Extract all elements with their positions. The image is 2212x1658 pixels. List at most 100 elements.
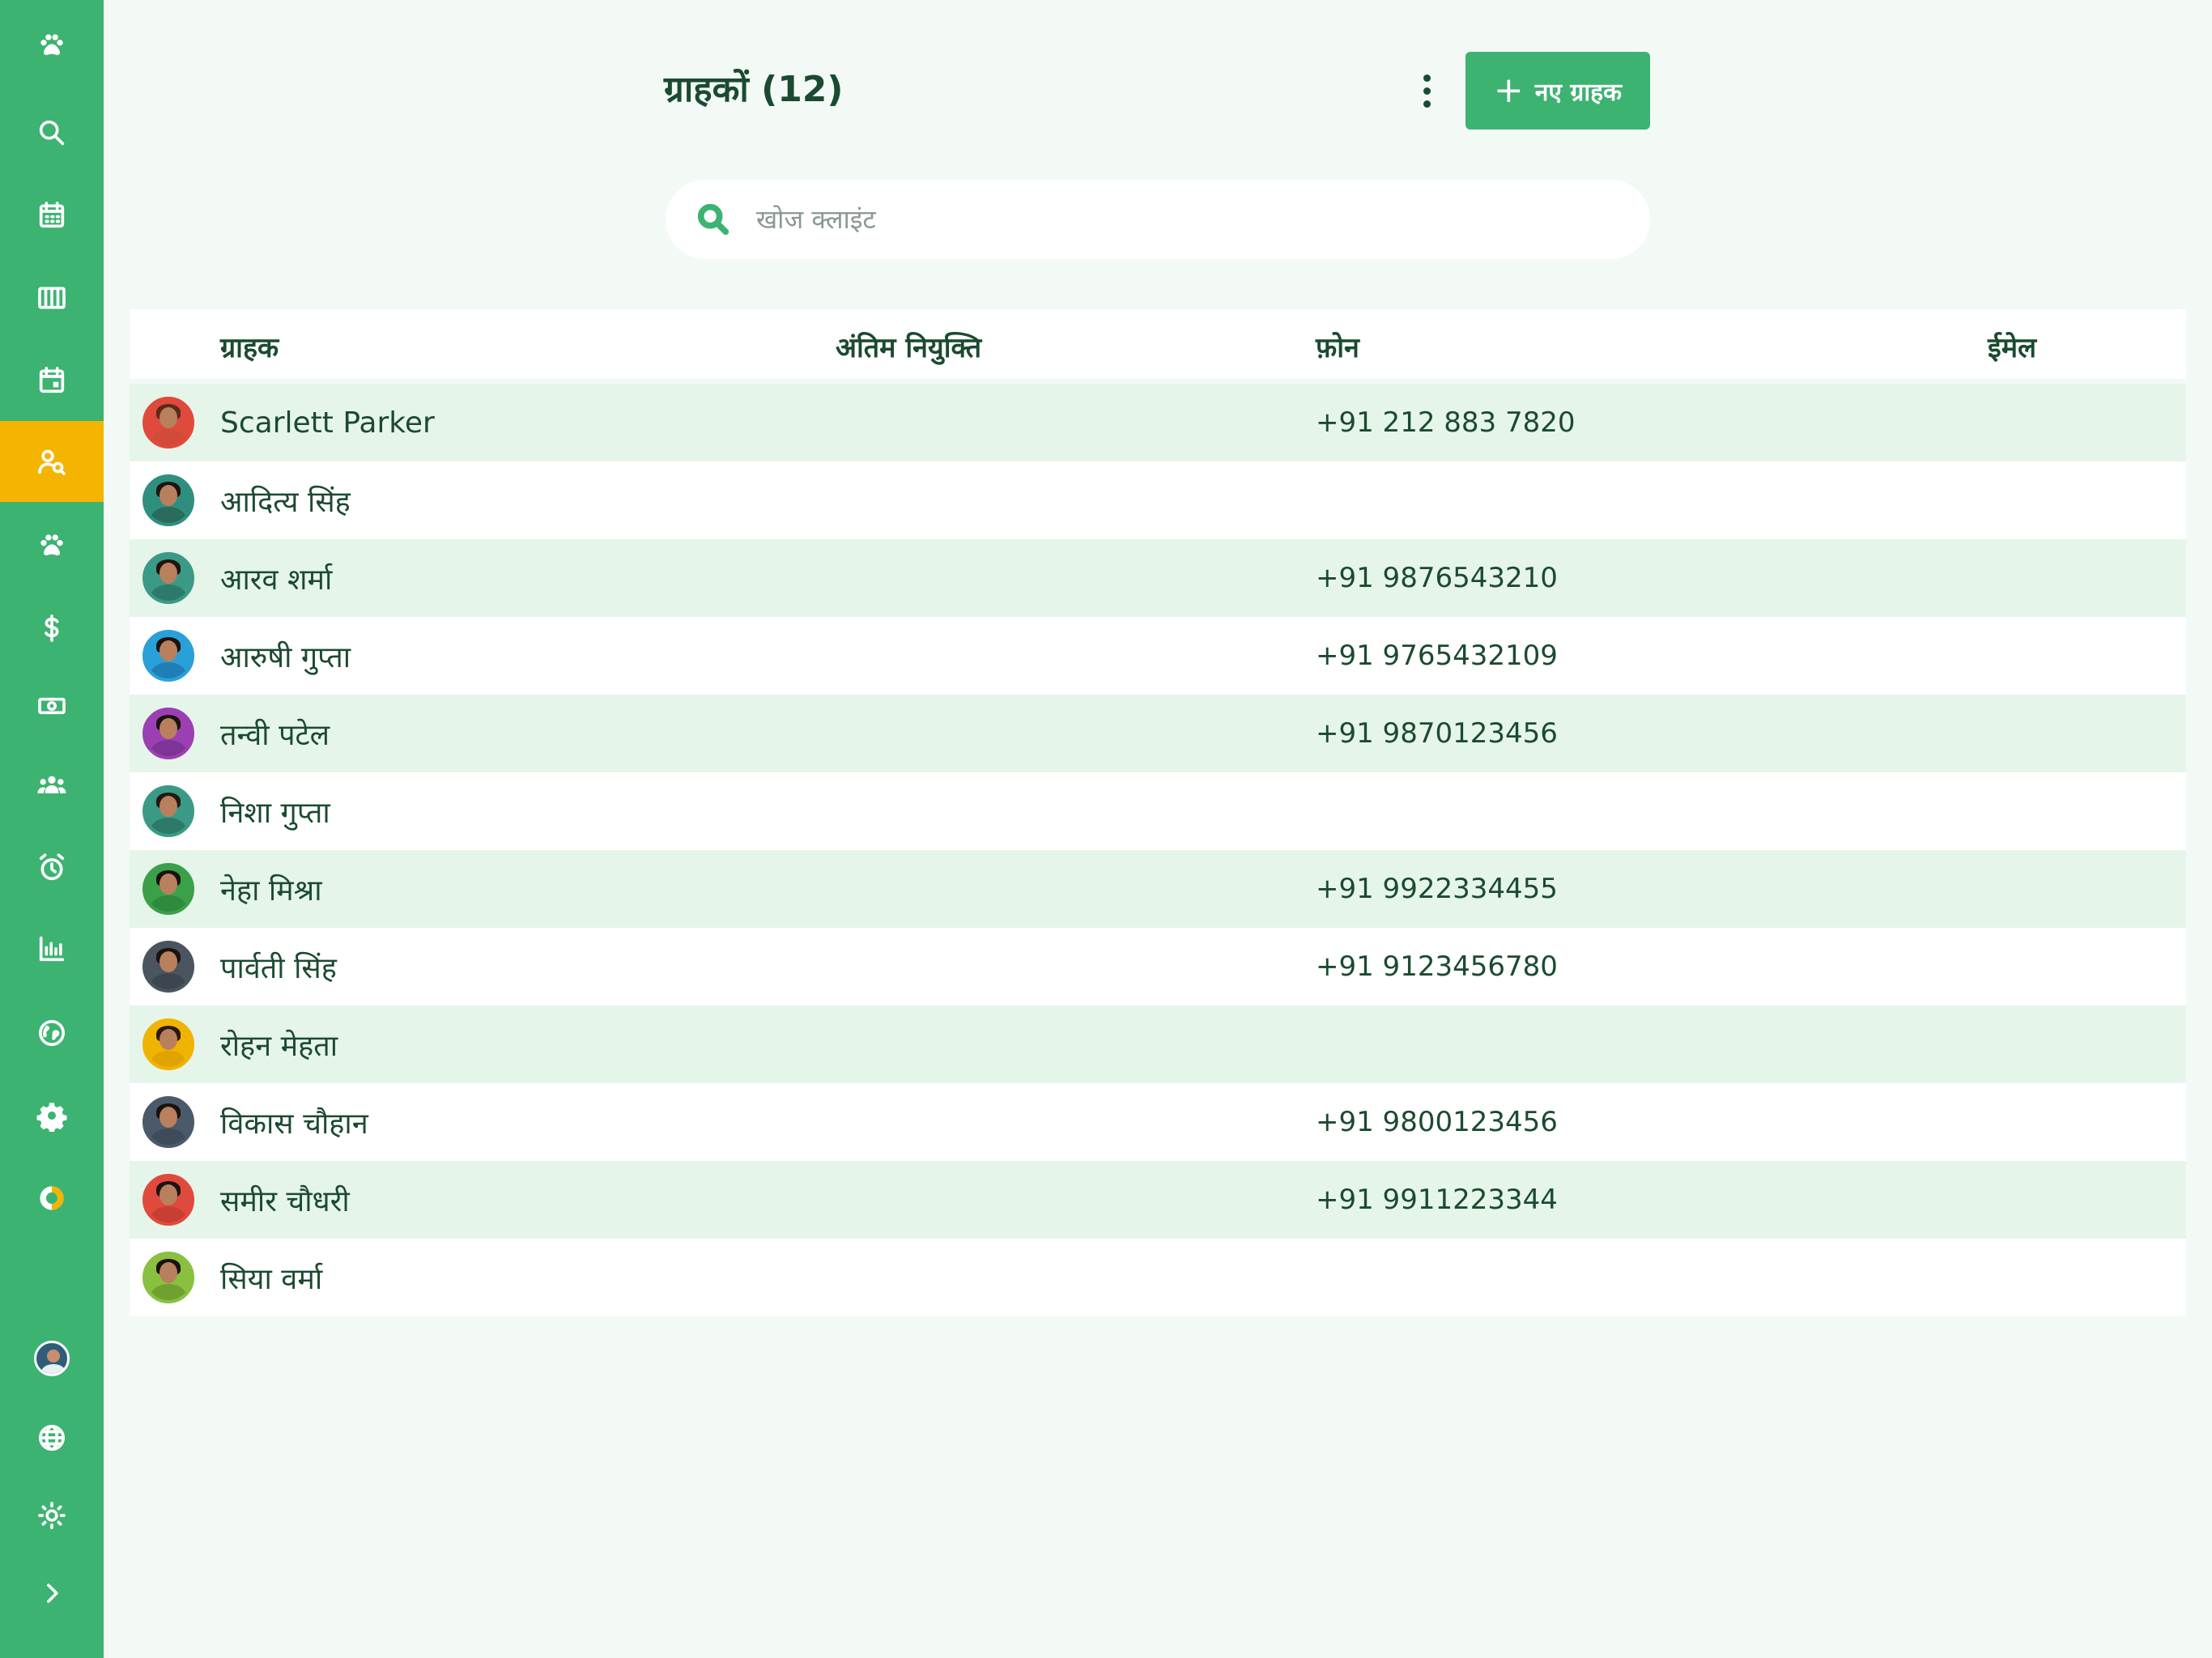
sidebar-item-reports[interactable] [0,908,104,989]
dollar-icon [45,614,59,642]
brightness-icon [38,1502,66,1529]
language-icon [39,1425,65,1451]
column-header-phone[interactable]: फ़ोन [1316,309,1359,384]
cash-icon [38,697,66,715]
sidebar-item-appointments[interactable] [0,340,104,421]
avatar [143,708,194,759]
search-icon [39,120,65,146]
avatar [143,1096,194,1148]
bar-chart-icon [39,936,65,962]
client-phone: +91 9911223344 [1316,1184,1558,1216]
table-row[interactable]: नेहा मिश्रा +91 9922334455 [130,850,2186,928]
paw-icon [40,534,63,555]
sidebar-item-search[interactable] [0,92,104,173]
columns-icon [38,287,66,309]
client-search-icon [38,449,66,475]
client-name: तन्वी पटेल [220,718,330,752]
page-title: ग्राहकों (12) [664,69,844,110]
avatar [143,1252,194,1303]
client-name: आरव शर्मा [220,563,333,597]
avatar [34,1341,70,1376]
globe-icon [39,1020,65,1046]
sidebar-item-language[interactable] [0,1397,104,1478]
clients-table: ग्राहक अंतिम नियुक्ति फ़ोन ईमेल Scarlett… [130,309,2186,1316]
table-row[interactable]: आरुषी गुप्ता +91 9765432109 [130,617,2186,695]
sidebar-item-website[interactable] [0,993,104,1073]
client-phone: +91 212 883 7820 [1316,406,1576,439]
dot [1423,87,1431,95]
alarm-icon [39,853,65,881]
sidebar-item-profile[interactable] [0,1318,104,1399]
calendar-event-icon [39,367,65,393]
paw-icon [40,34,63,55]
table-row[interactable]: सिया वर्मा [130,1239,2186,1316]
sidebar-item-reminders[interactable] [0,827,104,908]
avatar [143,552,194,604]
more-options-button[interactable] [1409,65,1444,117]
chevron-right-icon [47,1584,58,1603]
avatar [143,1018,194,1070]
table-row[interactable]: आरव शर्मा +91 9876543210 [130,539,2186,617]
table-row[interactable]: तन्वी पटेल +91 9870123456 [130,695,2186,772]
sidebar-item-pricing[interactable] [0,588,104,669]
client-phone: +91 9870123456 [1316,717,1558,750]
client-phone: +91 9123456780 [1316,950,1558,983]
avatar [143,397,194,449]
group-icon [37,776,66,793]
client-name: आदित्य सिंह [220,485,351,519]
client-name: Scarlett Parker [220,406,435,440]
sidebar-item-settings[interactable] [0,1075,104,1156]
avatar [143,785,194,837]
table-body: Scarlett Parker +91 212 883 7820 आदित्य सि… [130,384,2186,1316]
search-box [666,180,1650,259]
sidebar [0,0,104,1658]
client-name: निशा गुप्ता [220,796,330,830]
sidebar-item-payments[interactable] [0,665,104,746]
column-header-client[interactable]: ग्राहक [220,309,279,384]
table-row[interactable]: आदित्य सिंह [130,461,2186,539]
plus-icon: + [1493,70,1524,111]
client-name: आरुषी गुप्ता [220,640,351,674]
client-name: विकास चौहान [220,1107,368,1141]
table-row[interactable]: समीर चौधरी +91 9911223344 [130,1161,2186,1239]
table-row[interactable]: विकास चौहान +91 9800123456 [130,1083,2186,1161]
table-row[interactable]: रोहन मेहता [130,1005,2186,1083]
table-row[interactable]: निशा गुप्ता [130,772,2186,850]
sidebar-expand-button[interactable] [0,1553,104,1634]
search-input[interactable] [756,204,1566,235]
donut-icon [40,1186,64,1210]
client-name: सिया वर्मा [220,1262,323,1296]
avatar [143,1174,194,1226]
sidebar-item-team[interactable] [0,745,104,826]
avatar [143,863,194,915]
client-name: समीर चौधरी [220,1184,350,1218]
avatar [143,630,194,682]
sidebar-item-calendar[interactable] [0,175,104,256]
sidebar-item-theme[interactable] [0,1475,104,1556]
calendar-icon [39,202,65,228]
dot [1423,74,1431,82]
avatar [143,941,194,993]
sidebar-item-columns[interactable] [0,257,104,338]
column-header-email[interactable]: ईमेल [1988,309,2036,384]
new-client-button[interactable]: + नए ग्राहक [1465,52,1650,130]
client-phone: +91 9800123456 [1316,1106,1558,1138]
sidebar-item-pets[interactable] [0,505,104,586]
avatar [143,474,194,526]
client-name: नेहा मिश्रा [220,874,322,908]
table-row[interactable]: पार्वती सिंह +91 9123456780 [130,928,2186,1005]
gear-icon [36,1103,67,1132]
column-header-last-appointment[interactable]: अंतिम नियुक्ति [836,309,981,384]
client-phone: +91 9922334455 [1316,873,1558,905]
new-client-label: नए ग्राहक [1534,78,1623,107]
sidebar-item-analytics[interactable] [0,1158,104,1239]
dot [1423,100,1431,108]
client-name: पार्वती सिंह [220,951,337,985]
sidebar-item-home[interactable] [0,5,104,86]
client-phone: +91 9765432109 [1316,640,1558,672]
sidebar-item-clients[interactable] [0,421,104,502]
table-row[interactable]: Scarlett Parker +91 212 883 7820 [130,384,2186,461]
table-header: ग्राहक अंतिम नियुक्ति फ़ोन ईमेल [130,309,2186,384]
client-name: रोहन मेहता [220,1029,338,1063]
client-phone: +91 9876543210 [1316,562,1558,594]
